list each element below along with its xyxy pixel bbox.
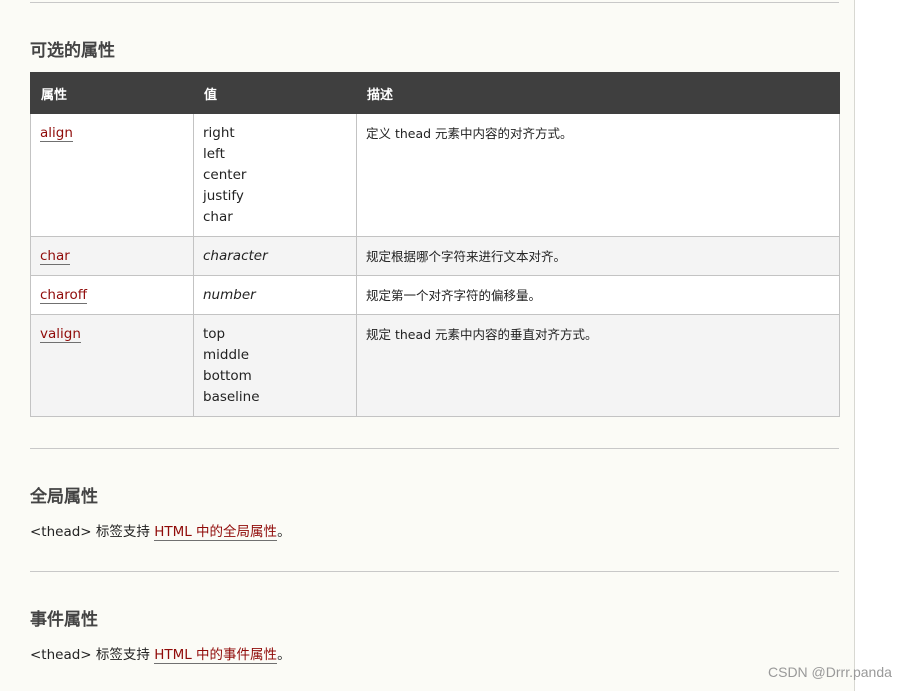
right-margin	[855, 0, 919, 691]
attribute-link-valign[interactable]: valign	[40, 326, 81, 343]
description-cell: 规定根据哪个字符来进行文本对齐。	[356, 236, 840, 276]
attribute-link-char[interactable]: char	[40, 248, 70, 265]
value-item: top	[203, 326, 226, 342]
global-attributes-heading: 全局属性	[30, 487, 98, 507]
value-item: justify	[203, 188, 244, 204]
table-header-row: 属性 值 描述	[30, 72, 840, 114]
table-row: charoff number 规定第一个对齐字符的偏移量。	[30, 275, 840, 315]
event-attributes-text: <thead> 标签支持 HTML 中的事件属性。	[30, 643, 291, 664]
divider	[30, 2, 839, 3]
event-attributes-heading: 事件属性	[30, 610, 98, 630]
table-row: char character 规定根据哪个字符来进行文本对齐。	[30, 236, 840, 276]
article-content: 可选的属性 属性 值 描述 align right left center ju…	[0, 0, 855, 691]
text-suffix: 。	[277, 647, 291, 663]
attribute-link-charoff[interactable]: charoff	[40, 287, 88, 304]
value-item: left	[203, 146, 225, 162]
attribute-link-align[interactable]: align	[40, 125, 73, 142]
table-row: valign top middle bottom baseline 规定 the…	[30, 314, 840, 417]
text-prefix: <thead> 标签支持	[30, 647, 155, 663]
attribute-cell: charoff	[30, 275, 194, 315]
value-cell: character	[193, 236, 357, 276]
divider	[30, 448, 839, 449]
value-cell: top middle bottom baseline	[193, 314, 357, 417]
value-item: center	[203, 167, 247, 183]
description-cell: 规定 thead 元素中内容的垂直对齐方式。	[356, 314, 840, 417]
optional-attributes-heading: 可选的属性	[30, 41, 115, 61]
column-header-attribute: 属性	[30, 72, 194, 114]
attribute-cell: align	[30, 113, 194, 237]
value-item: bottom	[203, 368, 252, 384]
value-item: char	[203, 209, 233, 225]
text-prefix: <thead> 标签支持	[30, 524, 155, 540]
column-header-description: 描述	[356, 72, 840, 114]
table-row: align right left center justify char 定义 …	[30, 113, 840, 237]
attribute-cell: valign	[30, 314, 194, 417]
column-header-value: 值	[193, 72, 357, 114]
description-cell: 定义 thead 元素中内容的对齐方式。	[356, 113, 840, 237]
value-item: baseline	[203, 389, 260, 405]
value-cell: number	[193, 275, 357, 315]
value-item: middle	[203, 347, 250, 363]
description-cell: 规定第一个对齐字符的偏移量。	[356, 275, 840, 315]
value-item: right	[203, 125, 235, 141]
global-attributes-text: <thead> 标签支持 HTML 中的全局属性。	[30, 520, 291, 541]
text-suffix: 。	[277, 524, 291, 540]
divider	[30, 571, 839, 572]
event-attributes-link[interactable]: HTML 中的事件属性	[154, 647, 278, 664]
csdn-watermark: CSDN @Drrr.panda	[768, 664, 892, 680]
attributes-table: 属性 值 描述 align right left center justify …	[30, 72, 840, 417]
value-cell: right left center justify char	[193, 113, 357, 237]
global-attributes-link[interactable]: HTML 中的全局属性	[154, 524, 278, 541]
attribute-cell: char	[30, 236, 194, 276]
